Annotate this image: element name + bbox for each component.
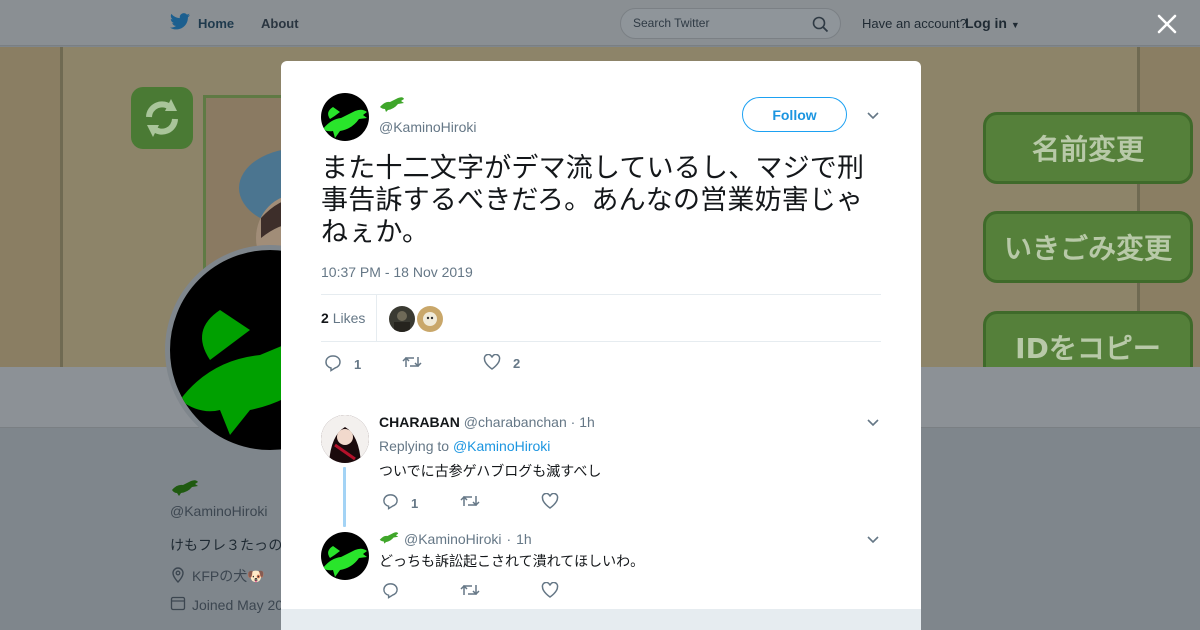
close-icon[interactable]	[1155, 12, 1179, 36]
heart-icon	[541, 492, 559, 512]
banner-copy-id-button: IDをコピー	[983, 311, 1193, 367]
retweet-action[interactable]	[460, 493, 480, 512]
caret-down-icon[interactable]	[866, 109, 880, 123]
reply-header: @KaminoHiroki · 1h	[379, 531, 532, 547]
heart-icon	[483, 353, 501, 373]
likes-count-number: 2	[321, 310, 329, 326]
nav-home[interactable]: Home	[170, 13, 234, 33]
twitter-bird-icon	[170, 13, 190, 33]
nav-about[interactable]: About	[261, 16, 299, 31]
reply-time[interactable]: 1h	[516, 531, 532, 547]
profile-joined: Joined May 20	[170, 595, 283, 614]
likes-count[interactable]: 2 Likes	[321, 310, 365, 326]
retweet-action[interactable]	[402, 354, 434, 373]
reply-action[interactable]: 1	[382, 493, 418, 513]
banner-motto-button: いきごみ変更	[983, 211, 1193, 283]
like-action[interactable]: 2	[483, 353, 521, 373]
reply-icon	[382, 582, 399, 602]
banner-rename-button: 名前変更	[983, 112, 1193, 184]
tweet-timestamp[interactable]: 10:37 PM - 18 Nov 2019	[321, 264, 473, 280]
crocodile-icon	[171, 478, 199, 501]
thread-connector	[343, 467, 346, 527]
banner-refresh-icon	[131, 87, 193, 149]
caret-down-icon: ▼	[1010, 20, 1020, 30]
reply-separator: ·	[570, 414, 576, 430]
like-action[interactable]	[541, 581, 559, 601]
modal-footer	[281, 609, 921, 630]
login-button[interactable]: Log in ▼	[965, 15, 1020, 31]
retweet-icon	[402, 354, 422, 373]
reply-action[interactable]: 1	[324, 354, 361, 375]
replying-to: Replying to @KaminoHiroki	[379, 438, 550, 454]
nav-home-label: Home	[198, 15, 235, 31]
reply-author-handle[interactable]: @charabanchan	[464, 414, 567, 430]
like-count: 2	[513, 356, 521, 371]
reply-icon	[382, 493, 399, 513]
tweet-modal: @KaminoHiroki Follow また十二文字がデマ流しているし、マジで…	[281, 61, 921, 630]
crocodile-icon	[323, 107, 367, 138]
profile-handle: @KaminoHiroki	[170, 503, 268, 519]
profile-joined-text: Joined May 20	[192, 596, 284, 613]
tweet-stats: 2 Likes	[321, 294, 881, 342]
liker-avatar[interactable]	[417, 306, 443, 332]
reply-author-handle[interactable]: @KaminoHiroki	[404, 531, 501, 547]
heart-icon	[541, 581, 559, 601]
reply-time[interactable]: 1h	[579, 414, 595, 430]
reply-count: 1	[354, 357, 362, 372]
search-box[interactable]	[620, 8, 841, 39]
author-avatar[interactable]	[321, 93, 369, 141]
reply-avatar[interactable]	[321, 532, 369, 580]
retweet-action[interactable]	[460, 582, 480, 601]
calendar-icon	[170, 595, 186, 614]
reply-author-name[interactable]: CHARABAN	[379, 414, 460, 430]
profile-location: KFPの犬🐶	[170, 566, 265, 586]
profile-bio: けもフレ３たっの	[170, 537, 283, 553]
search-input[interactable]	[633, 16, 803, 30]
crocodile-icon	[379, 96, 405, 117]
reply-avatar[interactable]	[321, 415, 369, 463]
caret-down-icon[interactable]	[866, 416, 880, 430]
like-action[interactable]	[541, 492, 559, 512]
retweet-icon	[460, 493, 480, 512]
crocodile-icon	[323, 546, 367, 577]
reply-separator: ·	[506, 531, 512, 547]
reply-action[interactable]	[382, 582, 399, 602]
replying-to-prefix: Replying to	[379, 438, 450, 454]
follow-button[interactable]: Follow	[742, 97, 847, 132]
reply-count: 1	[411, 495, 419, 511]
search-icon[interactable]	[812, 16, 829, 38]
reply-icon	[324, 354, 342, 375]
caret-down-icon[interactable]	[866, 533, 880, 547]
login-label: Log in	[965, 15, 1007, 31]
reply-header: CHARABAN @charabanchan · 1h	[379, 414, 595, 430]
crocodile-icon	[379, 531, 399, 547]
stats-divider	[376, 295, 377, 341]
liker-avatar[interactable]	[389, 306, 415, 332]
top-navigation-bar: Home About Have an account? Log in ▼	[0, 0, 1200, 46]
reply-text: どっちも訴訟起こされて潰れてほしいわ。	[379, 554, 645, 570]
tweet-text: また十二文字がデマ流しているし、マジで刑事告訴するべきだろ。あんなの営業妨害じゃ…	[321, 153, 865, 248]
profile-location-text: KFPの犬🐶	[192, 568, 265, 584]
have-account-text: Have an account?	[862, 16, 967, 31]
replying-to-link[interactable]: @KaminoHiroki	[453, 438, 550, 454]
reply-text: ついでに古参ゲハブログも滅すべし	[379, 464, 602, 480]
likes-count-label: Likes	[332, 310, 366, 326]
retweet-icon	[460, 582, 480, 601]
author-handle[interactable]: @KaminoHiroki	[379, 119, 476, 135]
location-icon	[170, 566, 186, 586]
